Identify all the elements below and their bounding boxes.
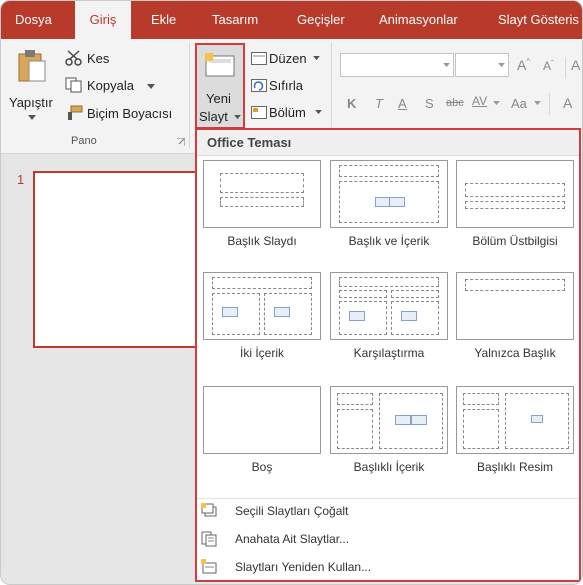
group-label-clipboard: Pano [71, 135, 97, 147]
chevron-down-icon[interactable] [315, 110, 322, 115]
underline-button[interactable]: A [398, 96, 407, 111]
tab-animations[interactable]: Animasyonlar [379, 1, 458, 39]
layout-title-slide[interactable] [203, 160, 321, 228]
font-color-button[interactable]: A [563, 95, 572, 111]
strikethrough-button[interactable]: abc [446, 97, 464, 109]
layout-two-content[interactable] [203, 272, 321, 340]
group-separator [331, 43, 332, 133]
group-separator [549, 93, 550, 115]
layout-label: Başlıklı İçerik [353, 460, 425, 474]
reset-icon [251, 79, 267, 92]
copy-button[interactable]: Kopyala [87, 78, 134, 93]
layout-label: Yalnızca Başlık [474, 346, 556, 360]
layout-label: İki İçerik [239, 346, 284, 360]
ribbon-tab-bar: Dosya Giriş Ekle Tasarım Geçişler Animas… [1, 1, 582, 39]
gallery-header: Office Teması [197, 130, 579, 156]
shadow-button[interactable]: S [425, 96, 434, 111]
layout-label: Başlıklı Resim [476, 460, 553, 474]
gallery-title: Office Teması [207, 135, 292, 150]
clear-formatting-button[interactable]: A [571, 57, 580, 73]
tab-transitions[interactable]: Geçişler [297, 1, 345, 39]
scissors-icon [65, 50, 82, 66]
section-button[interactable]: Bölüm [269, 105, 306, 120]
tab-design[interactable]: Tasarım [212, 1, 258, 39]
clipboard-icon [18, 50, 46, 82]
layout-comparison[interactable] [330, 272, 448, 340]
cut-button[interactable]: Kes [87, 51, 109, 66]
new-slide-layout-gallery: Office Teması Başlık Slaydı Başlık ve İç… [195, 128, 581, 582]
paste-button[interactable]: Yapıştır [7, 47, 57, 127]
paste-label: Yapıştır [9, 95, 53, 110]
chevron-down-icon[interactable] [147, 84, 155, 90]
group-separator [565, 57, 566, 79]
tab-insert[interactable]: Ekle [151, 1, 176, 39]
chevron-down-icon[interactable] [443, 63, 450, 68]
layout-section-header[interactable] [456, 160, 574, 228]
layout-label: Boş [251, 460, 273, 474]
chevron-down-icon[interactable] [498, 63, 505, 68]
layout-label: Başlık ve İçerik [348, 234, 430, 248]
chevron-down-icon [28, 115, 36, 120]
dialog-launcher-icon[interactable] [177, 138, 185, 146]
character-spacing-button[interactable]: AV [472, 94, 487, 108]
new-slide-icon [205, 53, 235, 77]
layout-blank[interactable] [203, 386, 321, 454]
grow-font-button[interactable]: A^ [517, 57, 530, 73]
bold-button[interactable]: K [347, 96, 356, 111]
layout-picture-with-caption[interactable] [456, 386, 574, 454]
menu-item-label: Slaytları Yeniden Kullan... [235, 560, 372, 574]
new-slide-label-1: Yeni [206, 91, 231, 106]
layout-title-only[interactable] [456, 272, 574, 340]
slide-number: 1 [17, 172, 25, 187]
tab-home[interactable]: Giriş [75, 1, 131, 39]
slides-from-outline-menu-item[interactable]: Anahata Ait Slaytlar... [201, 528, 571, 550]
slide-thumbnail[interactable] [33, 171, 203, 348]
chevron-down-icon[interactable] [313, 56, 320, 61]
layout-icon [251, 52, 267, 65]
layout-button[interactable]: Düzen [269, 51, 307, 66]
duplicate-slides-icon [201, 503, 217, 517]
reuse-slides-menu-item[interactable]: Slaytları Yeniden Kullan... [201, 556, 571, 578]
change-case-button[interactable]: Aa [511, 96, 527, 111]
menu-item-label: Anahata Ait Slaytlar... [235, 532, 350, 546]
duplicate-slides-menu-item[interactable]: Seçili Slaytları Çoğalt [201, 500, 571, 522]
layout-title-and-content[interactable] [330, 160, 448, 228]
format-painter-button[interactable]: Biçim Boyacısı [87, 106, 172, 121]
menu-separator [197, 498, 579, 499]
chevron-down-icon[interactable] [534, 101, 541, 106]
layout-label: Başlık Slaydı [227, 234, 297, 248]
group-separator [189, 43, 190, 149]
slide-thumbnail-pane: 1 [1, 154, 203, 584]
copy-icon [65, 77, 82, 93]
tab-slideshow[interactable]: Slayt Gösteris [498, 1, 579, 39]
reset-button[interactable]: Sıfırla [269, 78, 303, 93]
section-icon [251, 106, 267, 119]
shrink-font-button[interactable]: Aˇ [543, 59, 554, 73]
tab-file[interactable]: Dosya [15, 1, 52, 39]
layout-label: Bölüm Üstbilgisi [472, 234, 558, 248]
new-slide-label-2: Slayt [199, 109, 228, 124]
layout-content-with-caption[interactable] [330, 386, 448, 454]
font-name-combobox[interactable] [340, 53, 454, 77]
layout-label: Karşılaştırma [353, 346, 425, 360]
powerpoint-window: Dosya Giriş Ekle Tasarım Geçişler Animas… [0, 0, 583, 585]
menu-item-label: Seçili Slaytları Çoğalt [235, 504, 349, 518]
chevron-down-icon [234, 115, 241, 120]
format-painter-icon [68, 105, 83, 120]
reuse-slides-icon [201, 559, 217, 574]
new-slide-button[interactable]: Yeni Slayt [195, 43, 245, 129]
chevron-down-icon[interactable] [493, 101, 500, 106]
outline-icon [201, 531, 217, 547]
italic-button[interactable]: T [375, 96, 383, 111]
